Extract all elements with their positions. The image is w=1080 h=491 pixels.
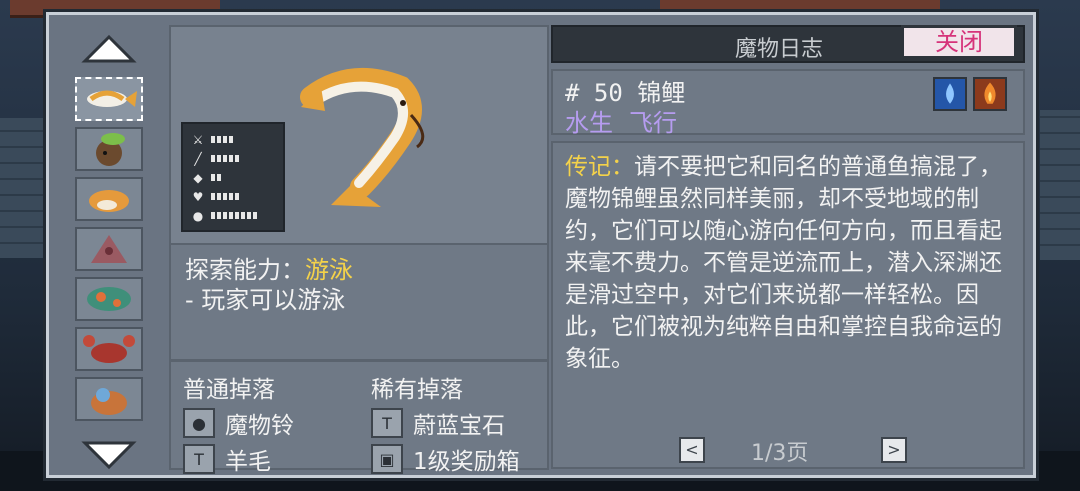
drop-item-label: 羊毛 xyxy=(225,449,271,475)
gem-icon: T xyxy=(371,408,403,438)
background-wall-right xyxy=(1040,110,1080,260)
drop-item-wool[interactable]: T 羊毛 xyxy=(183,442,271,476)
stat-bar xyxy=(211,174,221,181)
drop-item-label: 1级奖励箱 xyxy=(413,449,520,475)
drop-item-label: 魔物铃 xyxy=(225,413,294,439)
lore-body: 请不要把它和同名的普通鱼搞混了，魔物锦鲤虽然同样美丽，却不受地域的制约，它们可以… xyxy=(565,154,1002,372)
monster-journal-panel: ⚔ ╱ ◆ ♥ ● 探索能力：游泳 - 玩家可以游泳 普通掉落 稀有掉落 ● 魔… xyxy=(46,12,1036,478)
stat-magic-defense: ♥ xyxy=(191,187,275,206)
stat-bar xyxy=(211,136,233,143)
ability-value: 游泳 xyxy=(305,256,353,284)
stat-magic: ╱ xyxy=(191,149,275,168)
monster-entry-bat[interactable] xyxy=(75,227,143,271)
lore-text: 传记：请不要把它和同名的普通鱼搞混了，魔物锦鲤虽然同样美丽，却不受地域的制约，它… xyxy=(565,151,1015,375)
staff-icon: ╱ xyxy=(194,151,202,166)
arrow-up-icon xyxy=(81,34,137,63)
drop-item-gem[interactable]: T 蔚蓝宝石 xyxy=(371,406,505,440)
monster-type-aquatic: 水生 xyxy=(565,109,613,137)
scroll-up-button[interactable] xyxy=(79,33,139,67)
monster-entry-fox[interactable] xyxy=(75,177,143,221)
drop-item-bell[interactable]: ● 魔物铃 xyxy=(183,406,294,440)
sword-icon: ⚔ xyxy=(192,132,204,147)
crab-portrait-icon xyxy=(83,335,135,363)
bear-portrait-icon xyxy=(96,133,125,166)
bell-icon: ● xyxy=(183,408,215,438)
bat-portrait-icon xyxy=(91,235,127,263)
lore-panel: 传记：请不要把它和同名的普通鱼搞混了，魔物锦鲤虽然同样美丽，却不受地域的制约，它… xyxy=(551,141,1025,469)
wool-icon: T xyxy=(183,444,215,474)
stat-attack: ⚔ xyxy=(191,130,275,149)
stats-panel: ⚔ ╱ ◆ ♥ ● xyxy=(181,122,285,232)
drops-panel: 普通掉落 稀有掉落 ● 魔物铃 T 羊毛 T 蔚蓝宝石 ▣ 1级奖励箱 xyxy=(169,360,549,475)
next-page-button[interactable]: > xyxy=(881,437,907,463)
monster-entry-koi[interactable] xyxy=(75,77,143,121)
koi-sprite xyxy=(300,68,425,207)
prev-page-button[interactable]: < xyxy=(679,437,705,463)
pager: < 1/3页 > xyxy=(553,437,1027,466)
journal-header: 魔物日志 关闭 xyxy=(551,25,1025,63)
water-icon xyxy=(933,77,967,111)
otter-portrait-icon xyxy=(91,388,127,415)
drop-item-chest[interactable]: ▣ 1级奖励箱 xyxy=(371,442,520,476)
ability-label: 探索能力： xyxy=(185,256,305,284)
stat-defense: ◆ xyxy=(191,168,275,187)
fox-portrait-icon xyxy=(89,190,129,212)
rare-drops-title: 稀有掉落 xyxy=(371,377,463,403)
close-button[interactable]: 关闭 xyxy=(901,25,1017,59)
lore-label: 传记： xyxy=(565,154,634,180)
monster-entry-otter[interactable] xyxy=(75,377,143,421)
koi-portrait-icon xyxy=(87,90,137,107)
ability-description: - 玩家可以游泳 xyxy=(185,286,346,314)
common-drops-title: 普通掉落 xyxy=(183,377,275,403)
monster-list xyxy=(69,33,149,473)
background-wall-left xyxy=(0,118,46,258)
monster-types: 水生 飞行 xyxy=(565,103,693,138)
arrow-down-icon xyxy=(81,441,137,470)
stat-bar xyxy=(211,212,257,219)
monster-type-flying: 飞行 xyxy=(629,109,677,137)
drop-item-label: 蔚蓝宝石 xyxy=(413,413,505,439)
monster-entry-plant[interactable] xyxy=(75,277,143,321)
speed-icon: ● xyxy=(192,208,204,223)
explore-ability-panel: 探索能力：游泳 - 玩家可以游泳 xyxy=(169,243,549,361)
stat-bar xyxy=(211,193,239,200)
page-indicator: 1/3页 xyxy=(751,441,809,466)
shield-icon: ◆ xyxy=(193,170,203,185)
stat-bar xyxy=(211,155,239,162)
monster-name-panel: # 50 锦鲤 水生 飞行 xyxy=(551,69,1025,138)
journal-title: 魔物日志 xyxy=(735,37,824,62)
chest-icon: ▣ xyxy=(371,444,403,474)
plant-portrait-icon xyxy=(87,287,131,311)
monster-entry-bear[interactable] xyxy=(75,127,143,171)
defense-icon: ♥ xyxy=(192,189,204,204)
stat-speed: ● xyxy=(191,206,275,225)
scroll-down-button[interactable] xyxy=(79,437,139,471)
monster-entry-crab[interactable] xyxy=(75,327,143,371)
fire-icon xyxy=(973,77,1007,111)
monster-sprite-panel: ⚔ ╱ ◆ ♥ ● xyxy=(169,25,549,249)
